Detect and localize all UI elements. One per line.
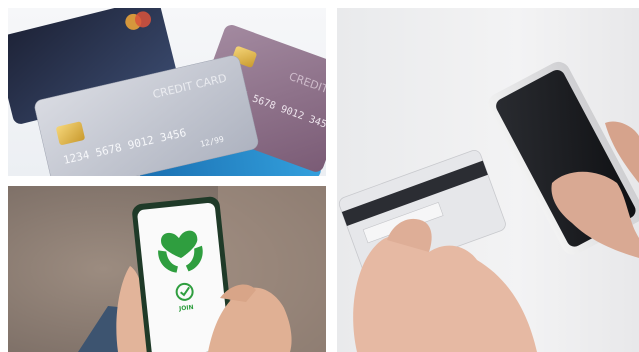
- credit-cards-illustration: CREDIT 1234 5678 9012 3456 CREDIT CARD 1…: [8, 8, 326, 176]
- phone-app-illustration: JOIN: [8, 186, 326, 352]
- phone-charity-app-photo: JOIN: [8, 186, 326, 352]
- credit-cards-photo: CREDIT 1234 5678 9012 3456 CREDIT CARD 1…: [8, 8, 326, 176]
- card-and-phone-photo: [337, 8, 639, 352]
- card-phone-illustration: [338, 61, 639, 352]
